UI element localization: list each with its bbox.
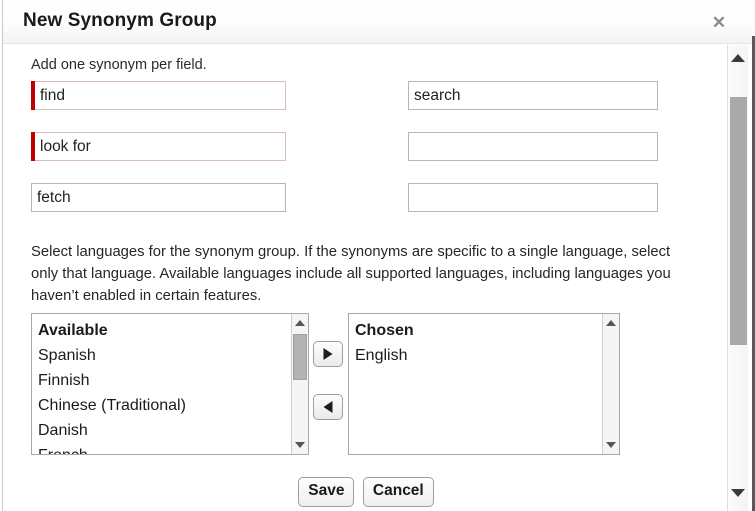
scroll-up-arrow-icon[interactable] [292,315,308,331]
scroll-down-arrow-icon[interactable] [728,483,748,503]
scroll-down-arrow-icon[interactable] [603,437,619,453]
language-description: Select languages for the synonym group. … [31,244,671,304]
dialog-body: Add one synonym per field. Select langua… [3,45,729,511]
list-item[interactable]: Danish [38,418,290,443]
synonym-input-3[interactable] [35,132,286,161]
triangle-up-glyph [606,320,616,326]
scroll-up-arrow-icon[interactable] [603,315,619,331]
chosen-languages-items: Chosen English [349,314,601,454]
synonym-input-1[interactable] [35,81,286,110]
dialog-title: New Synonym Group [23,10,217,31]
close-icon[interactable]: ✕ [710,14,728,32]
triangle-up-glyph [295,320,305,326]
synonym-input-2[interactable] [408,81,658,110]
triangle-down-glyph [295,442,305,448]
available-list-scrollbar[interactable] [291,314,308,454]
dialog-titlebar: New Synonym Group ✕ [3,0,752,44]
chosen-list-header: Chosen [355,322,414,339]
scroll-up-arrow-icon[interactable] [728,48,748,68]
available-languages-items: Available Spanish Finnish Chinese (Tradi… [32,314,290,454]
triangle-down-glyph [731,489,745,497]
list-item[interactable]: Spanish [38,343,290,368]
save-button[interactable]: Save [298,477,355,507]
list-item[interactable]: French [38,443,290,454]
list-item[interactable]: Finnish [38,368,290,393]
triangle-down-glyph [606,442,616,448]
synonym-hint-text: Add one synonym per field. [31,57,207,73]
dialog-scrollbar[interactable] [727,45,748,511]
list-item[interactable]: English [355,343,601,368]
scroll-down-arrow-icon[interactable] [292,437,308,453]
chosen-list-scrollbar[interactable] [602,314,619,454]
add-language-button[interactable] [313,341,343,367]
cancel-button[interactable]: Cancel [362,477,434,507]
new-synonym-group-dialog: New Synonym Group ✕ Add one synonym per … [2,0,753,511]
available-list-scroll-thumb[interactable] [293,334,307,380]
triangle-up-glyph [731,54,745,62]
list-item[interactable]: Chinese (Traditional) [38,393,290,418]
available-languages-listbox[interactable]: Available Spanish Finnish Chinese (Tradi… [31,313,309,455]
remove-language-button[interactable] [313,394,343,420]
arrow-right-icon [323,348,333,360]
synonym-input-6[interactable] [408,183,658,212]
synonym-input-5[interactable] [31,183,286,212]
synonym-input-4[interactable] [408,132,658,161]
dialog-footer: Save Cancel [3,477,729,507]
available-list-header: Available [38,322,108,339]
screen: New Synonym Group ✕ Add one synonym per … [0,0,755,511]
dialog-scroll-thumb[interactable] [730,97,747,345]
arrow-left-icon [323,401,333,413]
chosen-languages-listbox[interactable]: Chosen English [348,313,620,455]
